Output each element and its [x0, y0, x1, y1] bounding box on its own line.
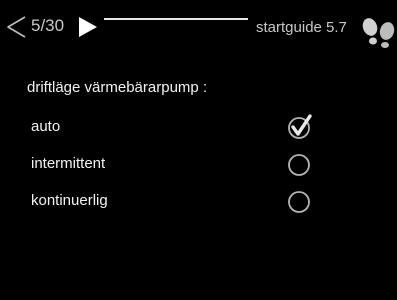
- question-label: driftläge värmebärarpump :: [27, 79, 208, 96]
- option-label: kontinuerlig: [31, 192, 108, 209]
- startguide-screen: 5/30 startguide 5.7 driftläge värmebärar…: [0, 0, 397, 300]
- option-auto[interactable]: auto: [0, 111, 397, 143]
- radio-icon[interactable]: [286, 187, 314, 215]
- checked-radio-icon[interactable]: [286, 113, 314, 141]
- header-divider: [104, 18, 248, 20]
- back-arrow-icon[interactable]: [4, 14, 28, 40]
- option-label: intermittent: [31, 155, 106, 172]
- option-label: auto: [31, 118, 61, 135]
- option-kontinuerlig[interactable]: kontinuerlig: [0, 185, 397, 217]
- radio-icon[interactable]: [286, 150, 314, 178]
- option-intermittent[interactable]: intermittent: [0, 148, 397, 180]
- header-bar: 5/30 startguide 5.7: [0, 0, 397, 48]
- page-counter: 5/30: [31, 16, 65, 35]
- section-title: startguide 5.7: [256, 19, 347, 36]
- forward-arrow-icon[interactable]: [76, 14, 100, 40]
- footprints-icon[interactable]: [359, 16, 397, 48]
